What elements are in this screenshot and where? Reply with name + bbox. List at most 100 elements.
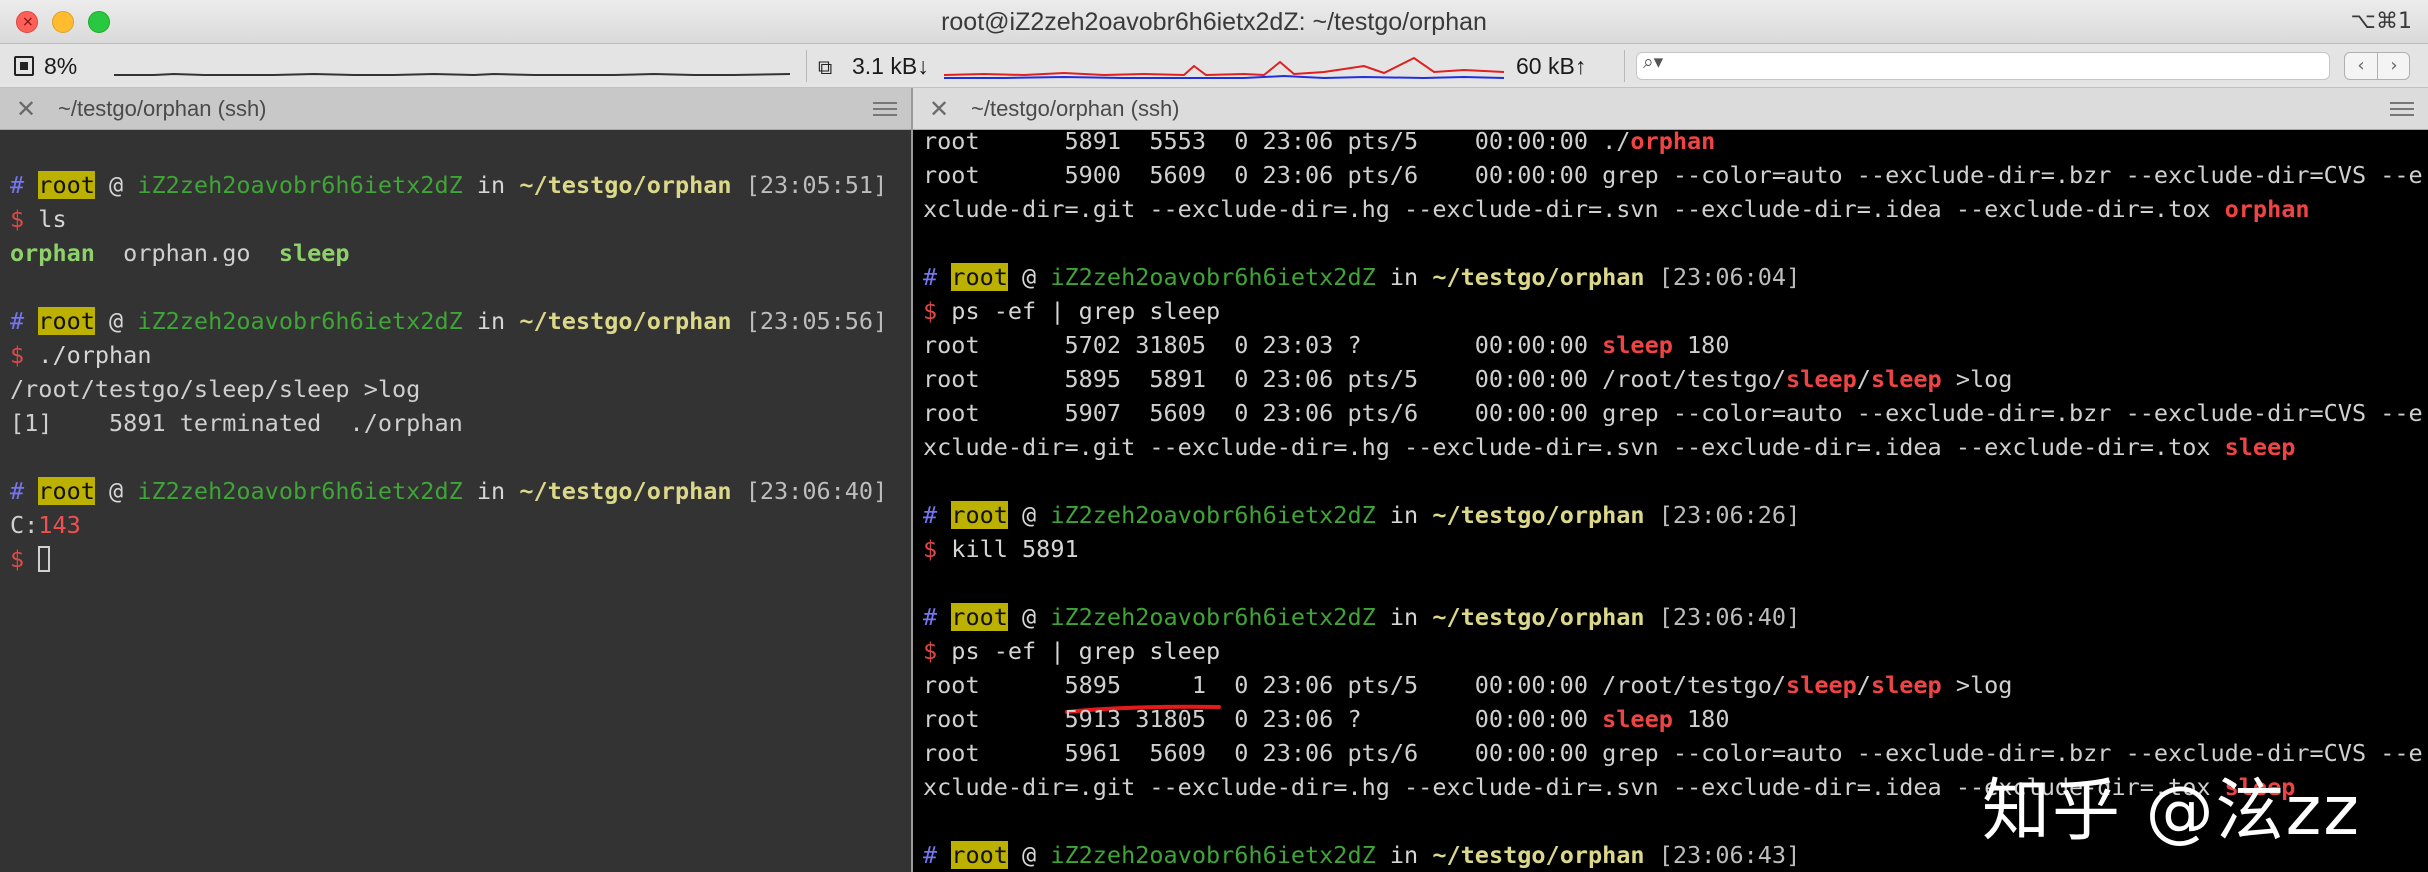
terminal-text: root (951, 603, 1008, 631)
terminal-text: # (10, 171, 39, 199)
search-next-button[interactable]: › (2378, 53, 2410, 79)
terminal-text: root 5900 5609 0 23:06 pts/6 00:00:00 gr… (923, 161, 2423, 189)
terminal-line: /root/testgo/sleep/sleep >log (10, 372, 420, 406)
terminal-line: root 5913 31805 0 23:06 ? 00:00:00 sleep… (923, 702, 1729, 736)
network-graph (944, 56, 1504, 80)
search-nav: ‹ › (2344, 52, 2410, 80)
terminal-text: [23:06:04] (1644, 263, 1801, 291)
terminal-line: xclude-dir=.git --exclude-dir=.hg --excl… (923, 192, 2310, 226)
terminal-text: @ (94, 477, 138, 505)
terminal-text: /root/testgo/sleep/sleep >log (10, 375, 421, 403)
status-divider (806, 50, 807, 82)
pane-title: ~/testgo/orphan (ssh) (971, 96, 1180, 121)
terminal-line: C:143 (10, 508, 81, 542)
terminal-text: 180 (1672, 705, 1730, 733)
terminal-text: sleep (1602, 705, 1673, 733)
terminal-line: # root @ iZ2zeh2oavobr6h6ietx2dZ in ~/te… (923, 600, 1800, 634)
terminal-text: root 5891 5553 0 23:06 pts/5 00:00:00 ./ (923, 130, 1631, 155)
terminal-text: root (951, 263, 1008, 291)
terminal-text: sleep (1786, 365, 1857, 393)
window-title: root@iZ2zeh2oavobr6h6ietx2dZ: ~/testgo/o… (941, 8, 1487, 36)
terminal-text: root (951, 841, 1008, 869)
terminal-text: # (923, 603, 952, 631)
terminal-text: C: (10, 511, 39, 539)
terminal-text: ps -ef | grep sleep (951, 297, 1221, 325)
terminal-pane-right[interactable]: root 5891 5553 0 23:06 pts/5 00:00:00 ./… (913, 130, 2428, 872)
pane-title: ~/testgo/orphan (ssh) (58, 96, 267, 121)
terminal-text: $ (10, 545, 39, 573)
terminal-text: >log (1941, 365, 2013, 393)
terminal-text: sleep (2224, 433, 2296, 461)
terminal-text: >log (1941, 671, 2013, 699)
terminal-line: # root @ iZ2zeh2oavobr6h6ietx2dZ in ~/te… (923, 260, 1800, 294)
terminal-text: orphan.go (94, 239, 279, 267)
cpu-icon (14, 56, 34, 76)
terminal-text: sleep (1602, 331, 1673, 359)
terminal-text: iZ2zeh2oavobr6h6ietx2dZ (1050, 263, 1376, 291)
terminal-text: kill 5891 (951, 535, 1079, 563)
search-icon: ⌕▾ (1643, 51, 1664, 73)
search-prev-button[interactable]: ‹ (2345, 53, 2378, 79)
terminal-text: [23:05:56] (731, 307, 888, 335)
terminal-text: @ (1007, 841, 1051, 869)
status-divider (1624, 50, 1625, 82)
watermark-logo: 知乎 @泫zz (1982, 772, 2362, 851)
window-shortcut: ⌥⌘1 (2350, 9, 2412, 34)
terminal-text: orphan (10, 239, 95, 267)
cpu-graph (114, 72, 790, 77)
terminal-text: root 5702 31805 0 23:03 ? 00:00:00 (923, 331, 1603, 359)
status-bar: 8% ⧉ 3.1 kB↓ 60 kB↑ ⌕▾ ‹ › (0, 44, 2428, 88)
terminal-line: # root @ iZ2zeh2oavobr6h6ietx2dZ in ~/te… (923, 838, 1800, 872)
terminal-text: # (10, 477, 39, 505)
terminal-text: in (462, 477, 520, 505)
terminal-text: # (923, 501, 952, 529)
terminal-text: root 5961 5609 0 23:06 pts/6 00:00:00 gr… (923, 739, 2423, 767)
terminal-text: sleep (1870, 671, 1942, 699)
title-bar[interactable]: × root@iZ2zeh2oavobr6h6ietx2dZ: ~/testgo… (0, 0, 2428, 44)
terminal-text: in (1375, 501, 1433, 529)
close-pane-icon[interactable]: ✕ (929, 88, 949, 130)
terminal-pane-left[interactable]: # root @ iZ2zeh2oavobr6h6ietx2dZ in ~/te… (0, 130, 911, 872)
terminal-text: / (1856, 365, 1871, 393)
menu-icon[interactable] (873, 102, 897, 116)
close-pane-icon[interactable]: ✕ (16, 88, 36, 130)
terminal-text: xclude-dir=.git --exclude-dir=.hg --excl… (923, 195, 2225, 223)
terminal-text: ps -ef | grep sleep (951, 637, 1221, 665)
terminal-line: $ (10, 542, 51, 576)
terminal-text: ls (38, 205, 67, 233)
terminal-text: xclude-dir=.git --exclude-dir=.hg --excl… (923, 433, 2225, 461)
pane-tab-right[interactable]: ✕ ~/testgo/orphan (ssh) (913, 88, 2428, 130)
terminal-line: # root @ iZ2zeh2oavobr6h6ietx2dZ in ~/te… (10, 474, 887, 508)
terminal-line: root 5895 5891 0 23:06 pts/5 00:00:00 /r… (923, 362, 2012, 396)
terminal-text: sleep (1786, 671, 1857, 699)
terminal-text: ~/testgo/orphan (1432, 501, 1645, 529)
pane-tab-left[interactable]: ✕ ~/testgo/orphan (ssh) (0, 88, 911, 130)
terminal-window: × root@iZ2zeh2oavobr6h6ietx2dZ: ~/testgo… (0, 0, 2428, 872)
terminal-text: @ (1007, 501, 1051, 529)
terminal-text: [1] 5891 terminated ./orphan (10, 409, 463, 437)
terminal-text: ~/testgo/orphan (1432, 603, 1645, 631)
net-down: 3.1 kB↓ (852, 53, 929, 79)
terminal-line: root 5961 5609 0 23:06 pts/6 00:00:00 gr… (923, 736, 2423, 770)
terminal-text: iZ2zeh2oavobr6h6ietx2dZ (1050, 501, 1376, 529)
net-up-line (944, 74, 1504, 80)
terminal-line: xclude-dir=.git --exclude-dir=.hg --excl… (923, 430, 2295, 464)
menu-icon[interactable] (2390, 102, 2414, 116)
terminal-text: in (1375, 841, 1433, 869)
terminal-line: # root @ iZ2zeh2oavobr6h6ietx2dZ in ~/te… (923, 498, 1800, 532)
terminal-text: root 5895 1 0 23:06 pts/5 00:00:00 /root… (923, 671, 1787, 699)
terminal-line: $ ps -ef | grep sleep (923, 294, 1220, 328)
terminal-text: root (38, 307, 95, 335)
terminal-text: sleep (278, 239, 350, 267)
terminal-text: $ (923, 637, 952, 665)
terminal-text: root (38, 171, 95, 199)
terminal-text: orphan (1630, 130, 1716, 155)
search-input[interactable]: ⌕▾ (1636, 51, 2330, 80)
terminal-line: root 5900 5609 0 23:06 pts/6 00:00:00 gr… (923, 158, 2423, 192)
terminal-text: $ (923, 535, 952, 563)
terminal-text: 143 (38, 511, 81, 539)
terminal-text: [23:06:26] (1644, 501, 1801, 529)
terminal-text: root (951, 501, 1008, 529)
terminal-text: [23:06:40] (1644, 603, 1801, 631)
network-icon: ⧉ (818, 55, 833, 79)
